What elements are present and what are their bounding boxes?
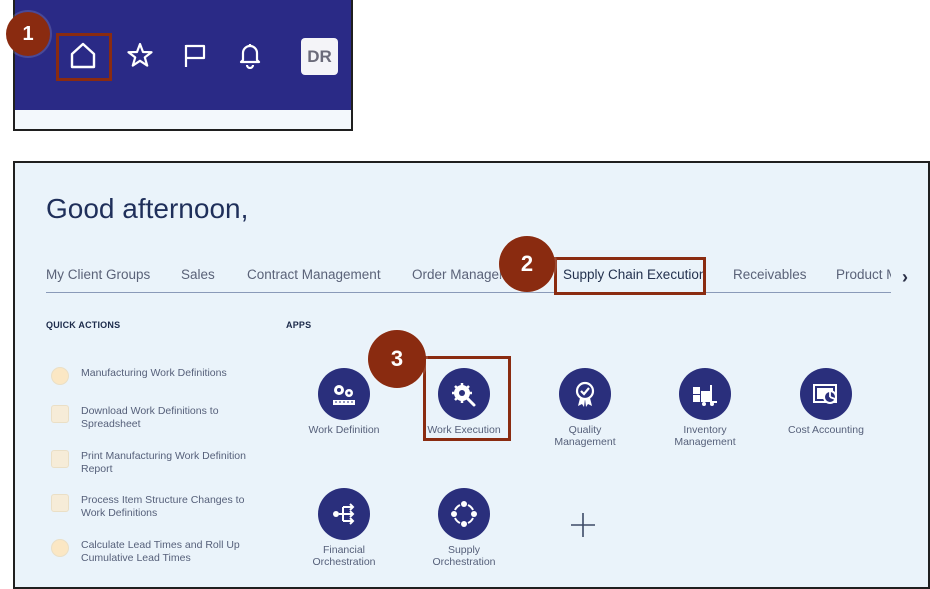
app-financial-orchestration[interactable]: Financial Orchestration (289, 488, 399, 568)
tab-product-management[interactable]: Product Management (836, 267, 891, 282)
bell-icon[interactable] (232, 37, 268, 73)
flag-icon[interactable] (177, 37, 213, 73)
app-label: Cost Accounting (788, 424, 864, 436)
app-label: Supply Orchestration (432, 544, 496, 568)
quick-actions-heading: QUICK ACTIONS (46, 320, 121, 330)
report-icon (51, 450, 69, 468)
tab-my-client-groups[interactable]: My Client Groups (46, 267, 150, 282)
quick-action-item[interactable]: Download Work Definitions to Spreadsheet (51, 405, 251, 431)
quick-action-item[interactable]: Calculate Lead Times and Roll Up Cumulat… (51, 539, 251, 565)
award-icon (559, 368, 611, 420)
tab-receivables[interactable]: Receivables (733, 267, 807, 282)
springboard-tabs: My Client Groups Sales Contract Manageme… (46, 267, 891, 293)
step-badge-3: 3 (368, 330, 426, 388)
report-chart-icon (800, 368, 852, 420)
quick-action-label: Download Work Definitions to Spreadsheet (81, 405, 219, 430)
quick-action-label: Process Item Structure Changes to Work D… (81, 494, 245, 519)
star-icon[interactable] (122, 37, 158, 73)
supply-chain-tab-highlight (554, 257, 706, 295)
process-icon (51, 494, 69, 512)
step-badge-2: 2 (499, 236, 555, 292)
forklift-icon (679, 368, 731, 420)
quick-action-label: Print Manufacturing Work Definition Repo… (81, 450, 246, 475)
app-quality-management[interactable]: Quality Management (530, 368, 640, 448)
action-icon (51, 367, 69, 385)
app-cost-accounting[interactable]: Cost Accounting (771, 368, 881, 436)
quick-action-item[interactable]: Print Manufacturing Work Definition Repo… (51, 450, 251, 476)
add-app-plus-icon[interactable] (568, 510, 598, 540)
app-inventory-management[interactable]: Inventory Management (650, 368, 760, 448)
gears-icon (318, 368, 370, 420)
app-supply-orchestration[interactable]: Supply Orchestration (409, 488, 519, 568)
quick-action-label: Manufacturing Work Definitions (81, 367, 227, 379)
quick-action-label: Calculate Lead Times and Roll Up Cumulat… (81, 539, 240, 564)
download-icon (51, 405, 69, 423)
tab-sales[interactable]: Sales (181, 267, 215, 282)
app-label: Work Definition (308, 424, 380, 436)
home-page-panel: Good afternoon, My Client Groups Sales C… (13, 161, 930, 589)
home-icon-highlight (56, 33, 112, 81)
quick-action-item[interactable]: Process Item Structure Changes to Work D… (51, 494, 251, 520)
app-label: Financial Orchestration (312, 544, 376, 568)
work-execution-highlight (423, 356, 511, 441)
tab-contract-management[interactable]: Contract Management (247, 267, 381, 282)
user-avatar[interactable]: DR (301, 38, 338, 75)
app-label: Quality Management (554, 424, 616, 448)
app-label: Inventory Management (674, 424, 736, 448)
global-header-crop: DR (13, 0, 353, 131)
flow-icon (318, 488, 370, 540)
chevron-right-icon[interactable]: › (902, 267, 908, 288)
cycle-icon (438, 488, 490, 540)
quick-action-item[interactable]: Manufacturing Work Definitions (51, 367, 251, 385)
step-badge-1: 1 (6, 12, 50, 56)
apps-heading: APPS (286, 320, 312, 330)
calculate-icon (51, 539, 69, 557)
greeting-title: Good afternoon, (46, 193, 249, 224)
